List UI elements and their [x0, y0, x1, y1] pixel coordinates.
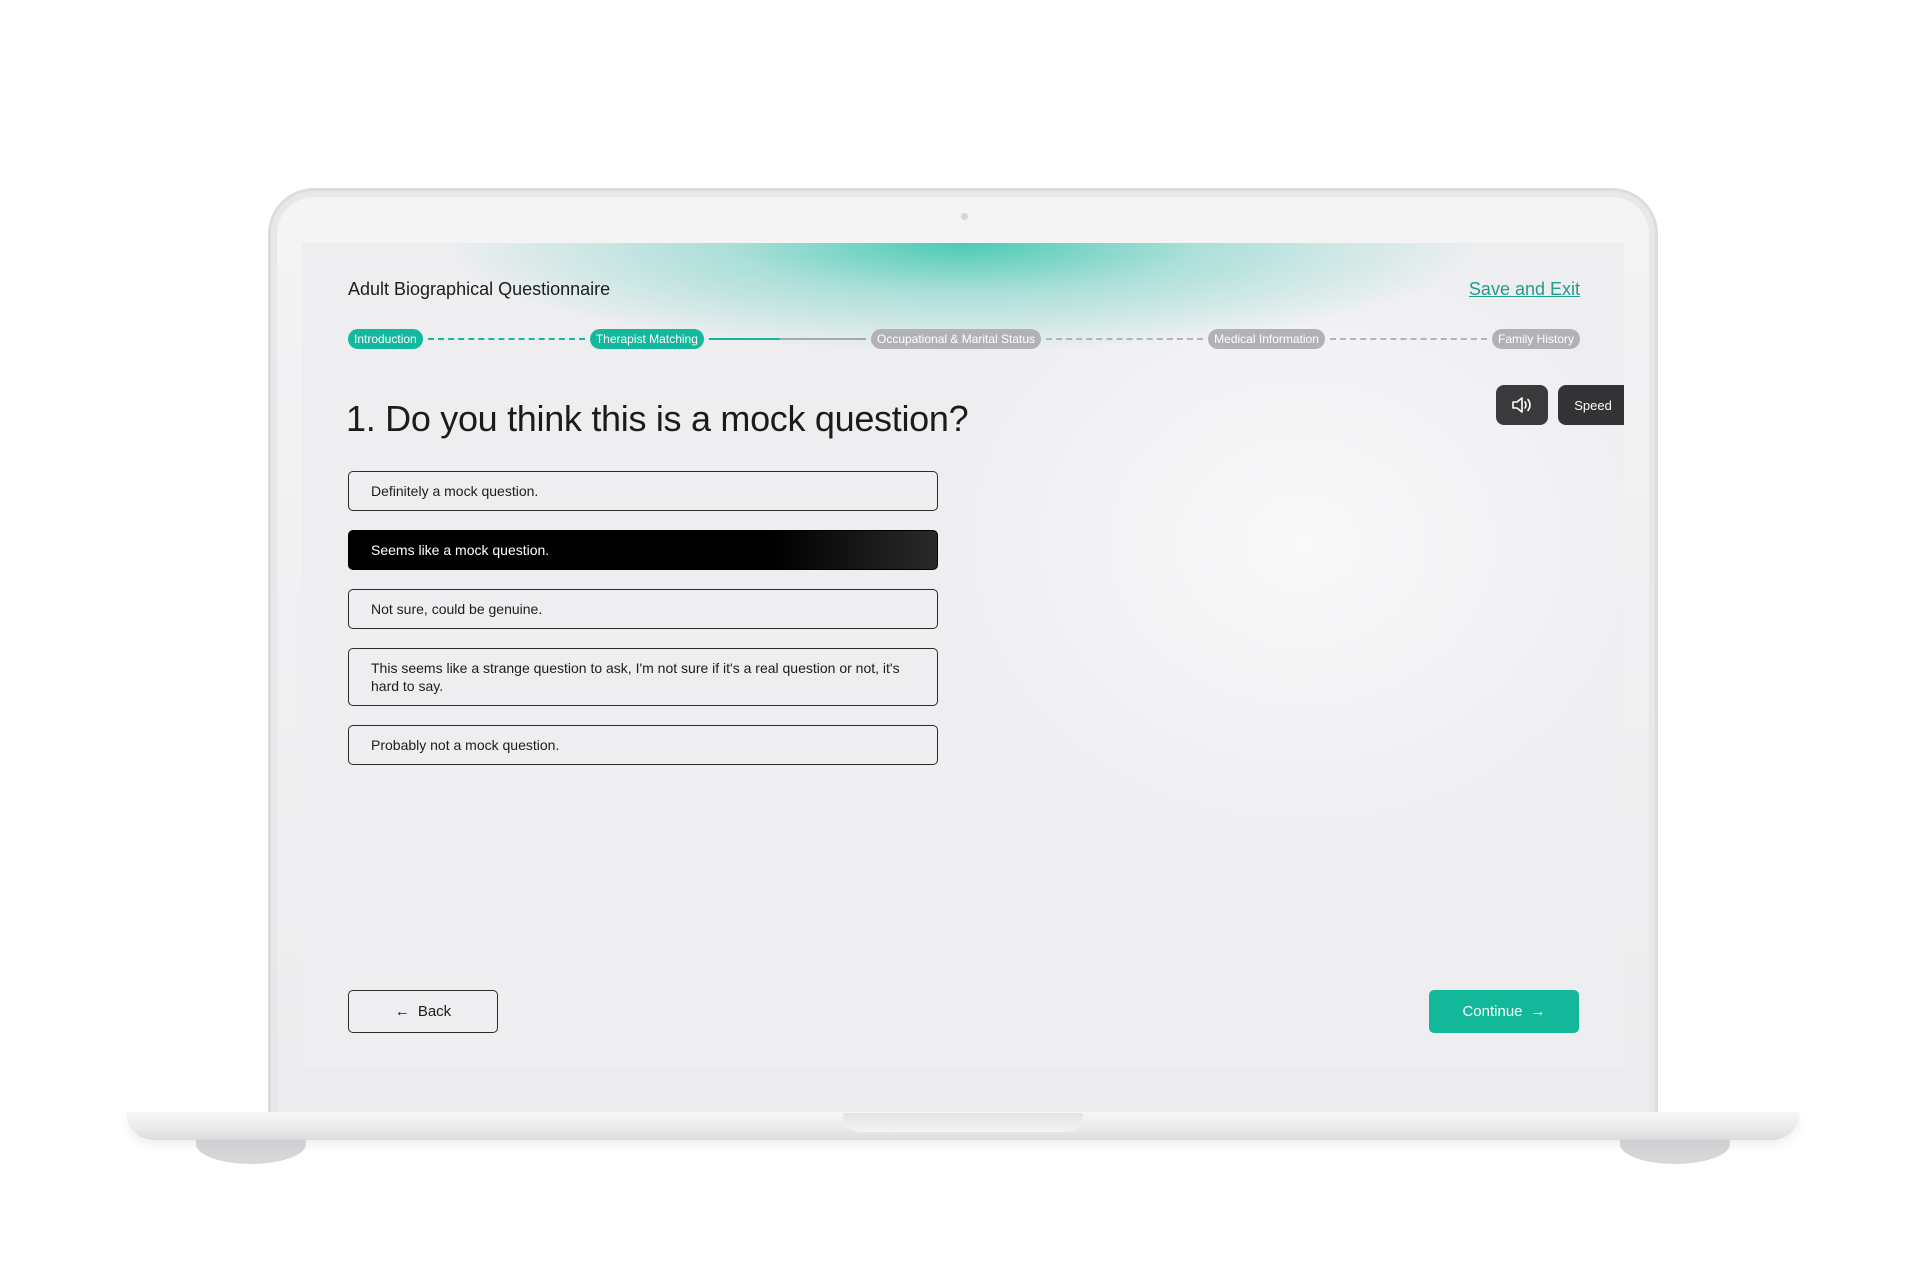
- speaker-icon: [1512, 397, 1531, 413]
- step-connector: [427, 338, 585, 340]
- step-therapist-matching[interactable]: Therapist Matching: [589, 329, 704, 349]
- laptop-foot-left: [196, 1140, 306, 1164]
- step-connector: [708, 338, 866, 340]
- audio-play-button[interactable]: [1496, 385, 1548, 425]
- speed-button[interactable]: Speed: [1558, 385, 1624, 425]
- questionnaire-title: Adult Biographical Questionnaire: [348, 279, 611, 299]
- question-text: 1. Do you think this is a mock question?: [346, 398, 969, 439]
- step-family-history[interactable]: Family History: [1492, 329, 1581, 349]
- arrow-left-icon: ←: [394, 1003, 410, 1020]
- step-connector: [1046, 338, 1204, 340]
- back-label: Back: [417, 1003, 452, 1020]
- step-connector: [1329, 338, 1487, 340]
- back-button[interactable]: ← Back: [348, 990, 498, 1033]
- laptop-notch: [843, 1113, 1083, 1132]
- step-medical-information[interactable]: Medical Information: [1208, 329, 1325, 349]
- camera-dot: [961, 213, 968, 220]
- answer-option[interactable]: Probably not a mock question.: [348, 725, 938, 765]
- progress-stepper: Introduction Therapist Matching Occupati…: [348, 328, 1581, 350]
- continue-button[interactable]: Continue →: [1429, 990, 1579, 1033]
- answer-option[interactable]: Not sure, could be genuine.: [348, 589, 938, 629]
- arrow-right-icon: →: [1530, 1003, 1546, 1020]
- app-screen: Adult Biographical Questionnaire Save an…: [302, 243, 1624, 1069]
- answer-option[interactable]: This seems like a strange question to as…: [348, 648, 938, 706]
- answer-option-selected[interactable]: Seems like a mock question.: [348, 530, 938, 570]
- step-introduction[interactable]: Introduction: [348, 329, 423, 349]
- continue-label: Continue: [1462, 1003, 1523, 1020]
- save-and-exit-link[interactable]: Save and Exit: [1469, 279, 1580, 300]
- answer-options: Definitely a mock question. Seems like a…: [348, 471, 938, 784]
- step-occupational-marital-status[interactable]: Occupational & Marital Status: [870, 329, 1042, 349]
- answer-option[interactable]: Definitely a mock question.: [348, 471, 938, 511]
- laptop-foot-right: [1620, 1140, 1730, 1164]
